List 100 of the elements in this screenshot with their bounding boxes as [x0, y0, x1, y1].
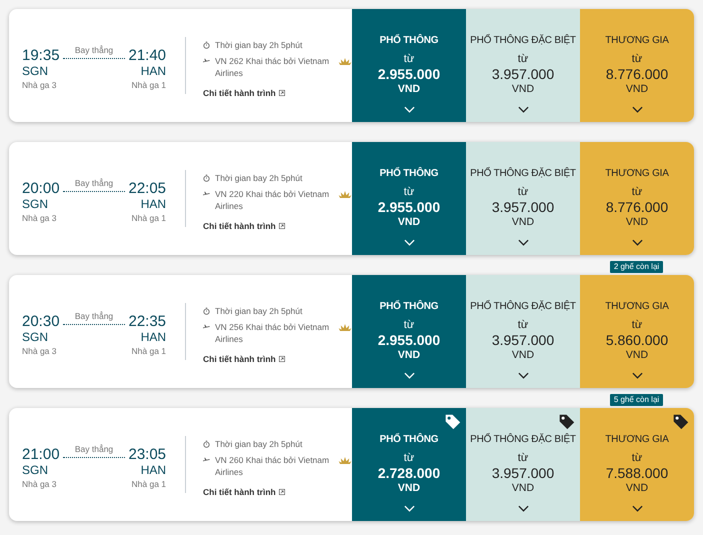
fare-price: 7.588.000: [606, 465, 668, 482]
departure-airport: SGN: [22, 197, 50, 212]
flight-operator: VN 260 Khai thác bởi Vietnam Airlines: [215, 454, 330, 478]
dotted-line: [62, 457, 126, 458]
fare-price: 3.957.000: [492, 66, 554, 83]
arrival-time: 22:05: [128, 180, 166, 197]
departure-time: 20:00: [22, 180, 60, 197]
arrival-time: 23:05: [128, 446, 166, 463]
chevron-down-icon: [404, 239, 414, 246]
arrival-time: 21:40: [128, 47, 166, 64]
fare-option[interactable]: PHỔ THÔNG từ 2.955.000 VND: [352, 275, 466, 388]
itinerary-details-link[interactable]: Chi tiết hành trình: [203, 87, 276, 99]
fare-option[interactable]: THƯƠNG GIA từ 7.588.000 VND: [580, 408, 694, 521]
fare-price: 3.957.000: [492, 465, 554, 482]
arrival-airport: HAN: [140, 463, 166, 478]
chevron-down-icon: [632, 372, 642, 379]
fare-price: 3.957.000: [492, 199, 554, 216]
chevron-down-icon: [404, 505, 414, 512]
fare-option[interactable]: PHỔ THÔNG từ 2.955.000 VND: [352, 142, 466, 255]
stopwatch-icon: [203, 174, 210, 182]
fare-option[interactable]: THƯƠNG GIA từ 8.776.000 VND: [580, 9, 694, 122]
fare-option[interactable]: PHỔ THÔNG ĐẶC BIỆT từ 3.957.000 VND: [466, 9, 580, 122]
itinerary-details-link[interactable]: Chi tiết hành trình: [203, 220, 276, 232]
fare-class: THƯƠNG GIA: [605, 300, 669, 313]
fare-price: 2.955.000: [378, 66, 440, 83]
fare-class: THƯƠNG GIA: [605, 34, 669, 47]
arrival-terminal: Nhà ga 1: [132, 79, 166, 91]
fare-class: PHỔ THÔNG: [380, 433, 438, 446]
seats-left-badge: 2 ghế còn lại: [610, 261, 663, 273]
chevron-down-icon: [632, 106, 642, 113]
fare-option[interactable]: PHỔ THÔNG từ 2.728.000 VND: [352, 408, 466, 521]
arrival-terminal: Nhà ga 1: [132, 212, 166, 224]
dotted-line: [62, 324, 126, 325]
from-label: từ: [632, 318, 642, 332]
currency: VND: [626, 216, 648, 229]
departure-airport: SGN: [22, 64, 50, 79]
chevron-down-icon: [632, 239, 642, 246]
departure-time: 19:35: [22, 47, 60, 64]
seats-left-badge: 5 ghế còn lại: [610, 394, 663, 406]
flight-operator: VN 262 Khai thác bởi Vietnam Airlines: [215, 55, 330, 79]
flight-duration: Thời gian bay 2h 5phút: [215, 172, 302, 184]
currency: VND: [626, 482, 648, 495]
fare-option[interactable]: THƯƠNG GIA từ 5.860.000 VND: [580, 275, 694, 388]
flight-operator: VN 256 Khai thác bởi Vietnam Airlines: [215, 321, 330, 345]
currency: VND: [512, 482, 534, 495]
arrival-airport: HAN: [140, 197, 166, 212]
departure-terminal: Nhà ga 3: [22, 345, 58, 357]
arrival-time: 22:35: [128, 313, 166, 330]
currency: VND: [512, 216, 534, 229]
from-label: từ: [632, 52, 642, 66]
chevron-down-icon: [404, 372, 414, 379]
fare-price: 2.955.000: [378, 332, 440, 349]
lotus-logo-icon: [338, 190, 352, 199]
fare-option[interactable]: PHỔ THÔNG ĐẶC BIỆT từ 3.957.000 VND: [466, 275, 580, 388]
chevron-down-icon: [518, 372, 528, 379]
currency: VND: [626, 349, 648, 362]
stopwatch-icon: [203, 440, 210, 448]
arrival-terminal: Nhà ga 1: [132, 345, 166, 357]
chevron-down-icon: [518, 106, 528, 113]
itinerary-details-link[interactable]: Chi tiết hành trình: [203, 353, 276, 365]
fare-class: PHỔ THÔNG: [380, 34, 438, 47]
currency: VND: [398, 349, 420, 362]
from-label: từ: [404, 52, 414, 66]
stopwatch-icon: [203, 307, 210, 315]
fare-price: 8.776.000: [606, 66, 668, 83]
chevron-down-icon: [518, 505, 528, 512]
dotted-line: [62, 191, 126, 192]
external-link-icon: [278, 223, 285, 229]
fare-price: 3.957.000: [492, 332, 554, 349]
airplane-icon: [203, 191, 210, 198]
currency: VND: [398, 83, 420, 96]
lotus-logo-icon: [338, 57, 352, 66]
fare-price: 8.776.000: [606, 199, 668, 216]
departure-terminal: Nhà ga 3: [22, 478, 58, 490]
fare-option[interactable]: THƯƠNG GIA từ 8.776.000 VND: [580, 142, 694, 255]
from-label: từ: [632, 185, 642, 199]
arrival-airport: HAN: [140, 64, 166, 79]
external-link-icon: [278, 90, 285, 96]
dotted-line: [62, 58, 126, 59]
fare-option[interactable]: PHỔ THÔNG ĐẶC BIỆT từ 3.957.000 VND: [466, 408, 580, 521]
from-label: từ: [518, 318, 528, 332]
currency: VND: [512, 83, 534, 96]
nonstop-label: Bay thẳng: [74, 444, 114, 455]
itinerary-details-link[interactable]: Chi tiết hành trình: [203, 486, 276, 498]
currency: VND: [398, 482, 420, 495]
from-label: từ: [404, 318, 414, 332]
fare-class: PHỔ THÔNG: [380, 167, 438, 180]
fare-price: 5.860.000: [606, 332, 668, 349]
airplane-icon: [203, 324, 210, 331]
departure-airport: SGN: [22, 463, 50, 478]
fare-class: PHỔ THÔNG ĐẶC BIỆT: [470, 300, 576, 313]
fare-option[interactable]: PHỔ THÔNG từ 2.955.000 VND: [352, 9, 466, 122]
fare-class: PHỔ THÔNG ĐẶC BIỆT: [470, 34, 576, 47]
flight-operator: VN 220 Khai thác bởi Vietnam Airlines: [215, 188, 330, 212]
fare-option[interactable]: PHỔ THÔNG ĐẶC BIỆT từ 3.957.000 VND: [466, 142, 580, 255]
arrival-airport: HAN: [140, 330, 166, 345]
chevron-down-icon: [632, 505, 642, 512]
currency: VND: [512, 349, 534, 362]
flight-duration: Thời gian bay 2h 5phút: [215, 305, 302, 317]
nonstop-label: Bay thẳng: [74, 45, 114, 56]
